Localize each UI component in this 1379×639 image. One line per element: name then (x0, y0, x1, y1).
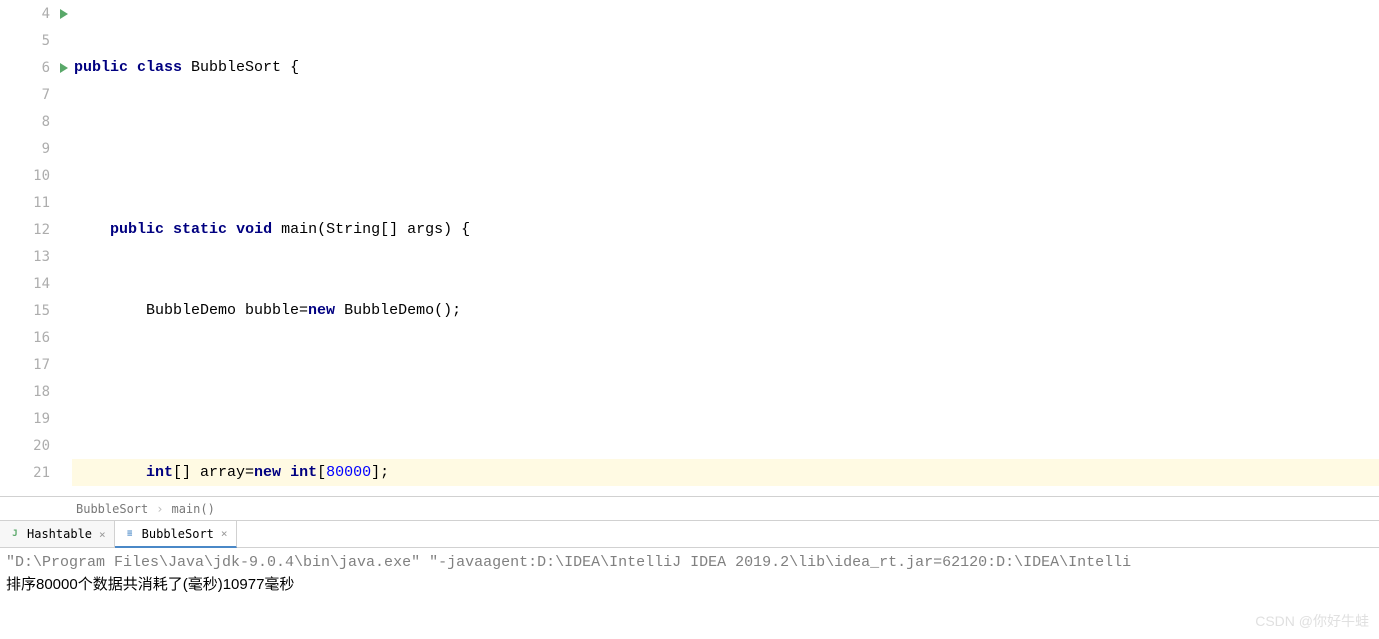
editor-area: 4 5 6 7 8 9 10 11 12 13 14 15 16 17 18 1… (0, 0, 1379, 496)
line-number[interactable]: 8 (0, 108, 72, 135)
console-result: 排序80000个数据共消耗了(毫秒)10977毫秒 (6, 574, 1373, 596)
line-number[interactable]: 14 (0, 270, 72, 297)
run-icon[interactable] (60, 63, 68, 73)
java-icon: ≡ (123, 527, 137, 541)
line-number[interactable]: 13 (0, 243, 72, 270)
line-number[interactable]: 18 (0, 378, 72, 405)
line-number[interactable]: 11 (0, 189, 72, 216)
breadcrumb-method[interactable]: main() (167, 502, 218, 516)
chevron-right-icon: › (152, 502, 167, 516)
close-icon[interactable]: × (219, 527, 228, 540)
line-number[interactable]: 12 (0, 216, 72, 243)
breadcrumb-class[interactable]: BubbleSort (72, 502, 152, 516)
line-number[interactable]: 16 (0, 324, 72, 351)
line-number[interactable]: 10 (0, 162, 72, 189)
run-icon[interactable] (60, 9, 68, 19)
tab-bubblesort[interactable]: ≡ BubbleSort × (115, 521, 237, 548)
line-number[interactable]: 9 (0, 135, 72, 162)
watermark: CSDN @你好牛蛙 (1255, 611, 1369, 631)
console-command: "D:\Program Files\Java\jdk-9.0.4\bin\jav… (6, 552, 1373, 574)
tab-label: BubbleSort (142, 527, 214, 541)
line-number[interactable]: 20 (0, 432, 72, 459)
tab-label: Hashtable (27, 527, 92, 541)
run-tabs: J Hashtable × ≡ BubbleSort × (0, 520, 1379, 548)
code-area[interactable]: public class BubbleSort { public static … (72, 0, 1379, 496)
line-number[interactable]: 5 (0, 27, 72, 54)
line-number[interactable]: 15 (0, 297, 72, 324)
close-icon[interactable]: × (97, 528, 106, 541)
line-number[interactable]: 4 (0, 0, 72, 27)
line-number[interactable]: 17 (0, 351, 72, 378)
console-output[interactable]: "D:\Program Files\Java\jdk-9.0.4\bin\jav… (0, 548, 1379, 600)
tab-hashtable[interactable]: J Hashtable × (0, 521, 115, 547)
java-icon: J (8, 527, 22, 541)
line-number[interactable]: 21 (0, 459, 72, 486)
line-number[interactable]: 6 (0, 54, 72, 81)
gutter: 4 5 6 7 8 9 10 11 12 13 14 15 16 17 18 1… (0, 0, 72, 496)
line-number[interactable]: 7 (0, 81, 72, 108)
line-number[interactable]: 19 (0, 405, 72, 432)
breadcrumb: BubbleSort › main() (0, 496, 1379, 520)
